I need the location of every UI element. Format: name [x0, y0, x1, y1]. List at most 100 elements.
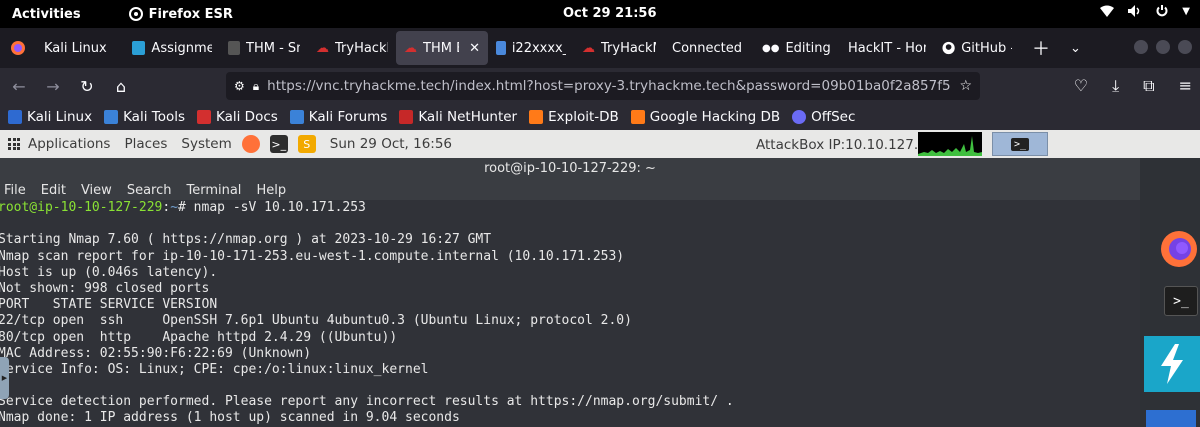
wifi-icon: [1100, 5, 1115, 17]
tab-label: THM B: [423, 40, 459, 56]
menu-edit[interactable]: Edit: [41, 183, 66, 198]
tryhackme-icon: ☁: [582, 40, 595, 56]
bookmark-offsec[interactable]: OffSec: [792, 109, 855, 125]
url-bar[interactable]: ⚙ 🔒︎ https://vnc.tryhackme.tech/index.ht…: [226, 72, 980, 100]
firefox-view-button[interactable]: [0, 40, 36, 56]
toolbar-right: ♡ ⤓ ⧉ ≡: [1074, 76, 1192, 96]
bookmark-kali-forums[interactable]: Kali Forums: [289, 109, 387, 125]
menu-view[interactable]: View: [81, 183, 112, 198]
dock-burp[interactable]: [1144, 336, 1200, 392]
tab-label: TryHackM: [335, 40, 388, 56]
tab-label: THM - Sm: [246, 40, 300, 56]
tab-label: i22xxxx_A: [511, 40, 566, 56]
terminal-line: 80/tcp open http Apache httpd 2.4.29 ((U…: [0, 329, 398, 345]
extensions-icon[interactable]: ⧉: [1143, 76, 1154, 96]
bookmark-exploit-db[interactable]: Exploit-DB: [529, 109, 619, 125]
firefox-launcher-icon[interactable]: [241, 135, 260, 153]
new-tab-button[interactable]: ＋: [1032, 35, 1050, 61]
bookmark-star-icon[interactable]: ☆: [959, 78, 972, 94]
tab-thm-b-active[interactable]: ☁ THM B ✕: [396, 31, 488, 65]
tab-github[interactable]: GitHub -: [934, 31, 1020, 65]
home-icon[interactable]: ⌂: [106, 77, 136, 96]
reload-icon[interactable]: ↻: [72, 77, 102, 96]
attackbox-ip: AttackBox IP:10.10.127.229: [756, 137, 944, 153]
terminal-line: Service Info: OS: Linux; CPE: cpe:/o:lin…: [0, 361, 429, 377]
ghdb-icon: [630, 110, 645, 124]
medium-icon: ●●: [762, 42, 780, 54]
sublime-launcher-icon[interactable]: S: [297, 135, 316, 153]
lightning-icon: [1161, 344, 1183, 384]
side-drawer-handle[interactable]: ▶: [0, 357, 9, 399]
terminal-line: Service detection performed. Please repo…: [0, 394, 734, 410]
dock-app-partial[interactable]: [1146, 410, 1196, 427]
terminal-launcher-icon[interactable]: >_: [269, 135, 288, 153]
assignment-icon: [132, 41, 146, 55]
remote-desktop-panel: Applications Places System >_ S Sun 29 O…: [0, 130, 1200, 158]
url-text[interactable]: https://vnc.tryhackme.tech/index.html?ho…: [267, 78, 951, 94]
forward-arrow-icon[interactable]: →: [38, 77, 68, 96]
menu-icon[interactable]: ≡: [1179, 76, 1192, 96]
tab-assignment[interactable]: Assignme: [124, 31, 220, 65]
menu-search[interactable]: Search: [127, 183, 172, 198]
list-tabs-chevron-icon[interactable]: ⌄: [1070, 41, 1081, 56]
terminal-output[interactable]: root@ip-10-10-127-229:~# nmap -sV 10.10.…: [0, 200, 1140, 427]
close-window-icon[interactable]: [1178, 40, 1192, 54]
kali-dragon-icon: [8, 110, 22, 124]
power-icon: [1156, 5, 1168, 17]
applications-menu[interactable]: Applications: [28, 136, 110, 152]
github-icon: [942, 41, 955, 55]
menu-file[interactable]: File: [4, 183, 26, 198]
activities-button[interactable]: Activities: [12, 7, 81, 22]
bookmark-kali-linux[interactable]: Kali Linux: [8, 109, 92, 125]
offsec-icon: [792, 110, 807, 124]
firefox-app-icon: [128, 7, 143, 21]
minimize-icon[interactable]: [1134, 40, 1148, 54]
places-menu[interactable]: Places: [124, 136, 167, 152]
tab-connected[interactable]: Connected S: [664, 31, 754, 65]
bookmark-label: Exploit-DB: [548, 109, 619, 125]
bookmark-label: Kali Linux: [27, 109, 93, 125]
menu-help[interactable]: Help: [256, 183, 286, 198]
tab-hackit[interactable]: HackIT - Hom: [840, 31, 934, 65]
prompt-path: ~: [170, 200, 179, 215]
terminal-taskbar-button[interactable]: >_: [992, 132, 1048, 156]
tab-tryhackme-1[interactable]: ☁ TryHackM: [308, 31, 396, 65]
clock[interactable]: Oct 29 21:56: [563, 6, 657, 21]
downloads-icon[interactable]: ⤓: [1112, 76, 1119, 96]
terminal-title: root@ip-10-10-127-229: ~: [0, 158, 1140, 180]
tab-i22xxxx[interactable]: i22xxxx_A: [488, 31, 574, 65]
terminal-icon: >_: [1010, 137, 1030, 151]
close-tab-icon[interactable]: ✕: [469, 41, 480, 56]
gnome-top-bar: Activities Firefox ESR Oct 29 21:56 ▼: [0, 0, 1200, 28]
bookmark-kali-tools[interactable]: Kali Tools: [104, 109, 185, 125]
tab-kali-linux[interactable]: Kali Linux: [36, 31, 124, 65]
terminal-menubar: File Edit View Search Terminal Help: [0, 180, 1140, 200]
app-menu[interactable]: Firefox ESR: [128, 6, 233, 22]
tab-label: Editing R: [785, 40, 832, 56]
maximize-icon[interactable]: [1156, 40, 1170, 54]
bookmark-google-hacking-db[interactable]: Google Hacking DB: [630, 109, 780, 125]
terminal-line: Starting Nmap 7.60 ( https://nmap.org ) …: [0, 232, 492, 248]
terminal-prompt-line: root@ip-10-10-127-229:~# nmap -sV 10.10.…: [0, 200, 1140, 216]
system-tray[interactable]: ▼: [1100, 5, 1190, 17]
dock-terminal[interactable]: >_: [1164, 286, 1198, 316]
tab-label: Assignme: [151, 40, 212, 56]
tab-strip: Kali Linux Assignme THM - Sm ☁ TryHackM …: [0, 28, 1200, 68]
bookmark-label: Kali NetHunter: [418, 109, 518, 125]
site-info-icon[interactable]: ⚙: [234, 79, 245, 93]
menu-terminal[interactable]: Terminal: [186, 183, 241, 198]
pocket-icon[interactable]: ♡: [1074, 76, 1088, 96]
window-controls[interactable]: [1134, 40, 1192, 54]
app-name: Firefox ESR: [148, 6, 233, 22]
bookmark-kali-docs[interactable]: Kali Docs: [197, 109, 278, 125]
tab-tryhackme-2[interactable]: ☁ TryHackM: [574, 31, 664, 65]
doc-icon: [496, 41, 506, 55]
tab-thm-sm[interactable]: THM - Sm: [220, 31, 308, 65]
dock-firefox[interactable]: [1160, 230, 1198, 272]
system-menu[interactable]: System: [181, 136, 231, 152]
bookmark-kali-nethunter[interactable]: Kali NetHunter: [399, 109, 517, 125]
tab-label: HackIT - Hom: [848, 40, 926, 56]
tab-editing[interactable]: ●● Editing R: [754, 31, 840, 65]
back-arrow-icon[interactable]: ←: [4, 77, 34, 96]
